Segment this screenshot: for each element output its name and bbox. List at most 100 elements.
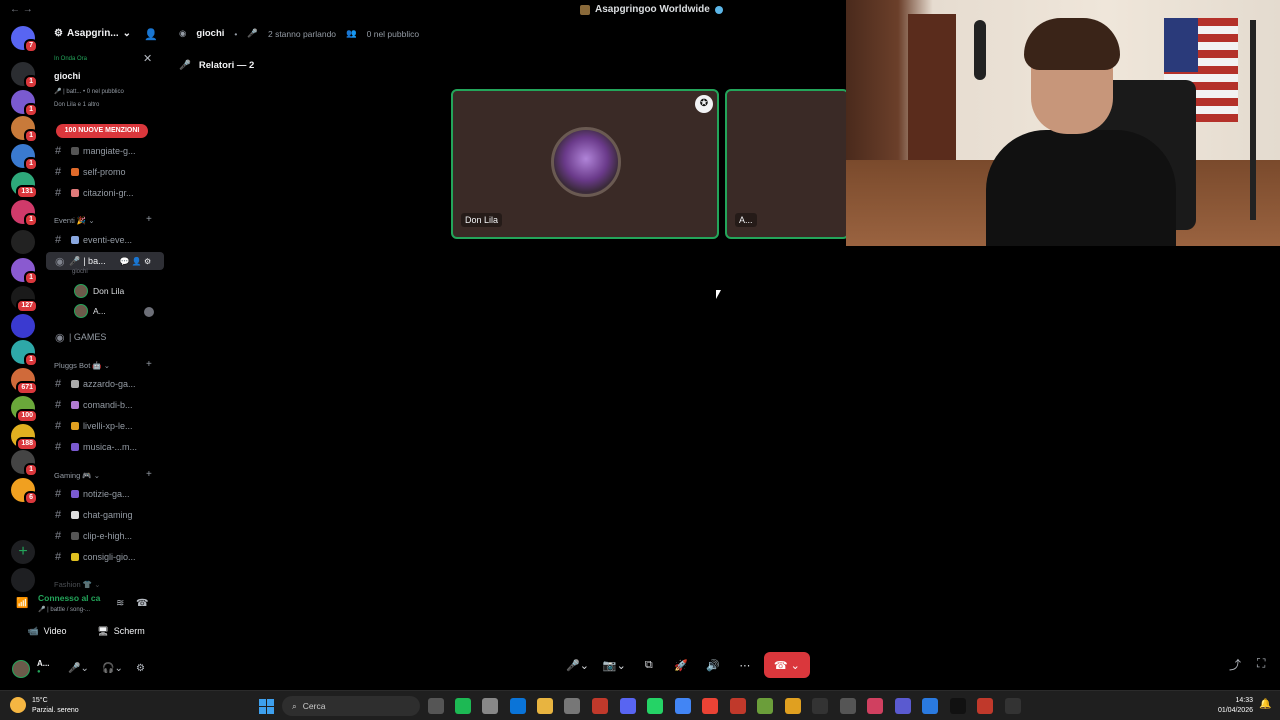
add-channel-icon[interactable]: + <box>146 359 152 370</box>
server-icon[interactable]: 1 <box>11 200 38 227</box>
whatsapp-icon[interactable] <box>647 698 663 714</box>
close-icon[interactable]: ✕ <box>143 52 152 65</box>
search-box[interactable]: ⌕ Cerca <box>282 696 420 716</box>
server-icon[interactable]: 131 <box>11 172 38 199</box>
server-icon[interactable]: 1 <box>11 258 38 285</box>
activity-icon[interactable]: 🚀 <box>668 652 694 678</box>
server-icon[interactable]: 1 <box>11 144 38 171</box>
app-15-icon[interactable] <box>812 698 828 714</box>
channel-item[interactable]: # notizie-ga... <box>46 485 164 503</box>
channel-item[interactable]: # clip-e-high... <box>46 527 164 545</box>
channel-actions-icon[interactable]: 💬 👤 ⚙ <box>120 257 152 266</box>
nav-arrows[interactable]: ← → <box>10 4 33 15</box>
server-icon[interactable]: 1 <box>11 116 38 143</box>
app-7-icon[interactable] <box>592 698 608 714</box>
server-icon[interactable]: 188 <box>11 424 38 451</box>
server-icon[interactable]: 1 <box>11 90 38 117</box>
server-icon[interactable]: 127 <box>11 286 38 313</box>
disconnect-icon[interactable]: ☎ <box>136 598 148 609</box>
channel-item[interactable]: # mangiate-g... <box>46 142 164 160</box>
app-6-icon[interactable] <box>564 698 580 714</box>
headphones-icon[interactable]: 🎧⌄ <box>102 663 123 674</box>
store-icon[interactable] <box>510 698 526 714</box>
app-14-icon[interactable] <box>785 698 801 714</box>
mic-icon[interactable]: 🎤⌄ <box>68 663 89 674</box>
voice-channel-active[interactable]: ◉ 🎤 | ba... 💬 👤 ⚙ <box>46 252 164 270</box>
server-icon[interactable]: 6 <box>11 478 38 505</box>
add-channel-icon[interactable]: + <box>146 469 152 480</box>
tiktok-icon[interactable] <box>950 698 966 714</box>
noise-icon[interactable]: ≋ <box>116 598 124 609</box>
server-icon[interactable] <box>11 314 35 338</box>
live-stage-card[interactable]: In Onda Ora ✕ giochi 🎤 | batt... • 0 nel… <box>46 52 164 114</box>
screen-share-icon[interactable]: ⧉ <box>636 652 662 678</box>
server-icon[interactable]: 1 <box>11 450 38 477</box>
chrome-1-icon[interactable] <box>675 698 691 714</box>
channel-events[interactable]: # eventi-eve... <box>46 231 164 249</box>
explorer-icon[interactable] <box>537 698 553 714</box>
voice-user-2[interactable]: A... <box>74 304 106 318</box>
channel-item[interactable]: # citazioni-gr... <box>46 184 164 202</box>
channel-item[interactable]: # musica-...m... <box>46 438 164 456</box>
app-16-icon[interactable] <box>840 698 856 714</box>
clock[interactable]: 14:33 01/04/2026 <box>1205 696 1253 716</box>
add-server-icon[interactable]: + <box>11 540 35 564</box>
app-18-icon[interactable] <box>895 698 911 714</box>
channel-item[interactable]: # self-promo <box>46 163 164 181</box>
channel-item[interactable]: # azzardo-ga... <box>46 375 164 393</box>
task-view-icon[interactable] <box>428 698 444 714</box>
time: 14:33 <box>1235 697 1253 704</box>
mic-icon: 🎤 <box>69 255 81 266</box>
video-button[interactable]: 📹 Video <box>12 622 82 640</box>
channel-item[interactable]: # comandi-b... <box>46 396 164 414</box>
app-12-icon[interactable] <box>730 698 746 714</box>
emoji-icon <box>71 532 79 540</box>
channel-item[interactable]: # chat-gaming <box>46 506 164 524</box>
discord-icon[interactable] <box>620 698 636 714</box>
app-21-icon[interactable] <box>977 698 993 714</box>
server-icon[interactable]: 100 <box>11 396 38 423</box>
user-area: A... ● 🎤⌄ 🎧⌄ ⚙ <box>12 658 162 682</box>
end-call-button[interactable]: ☎ ⌄ <box>763 652 810 678</box>
fullscreen-icon[interactable]: ⛶ <box>1257 656 1265 671</box>
spotify-icon[interactable] <box>455 698 471 714</box>
discover-icon[interactable] <box>11 568 35 592</box>
voice-user-1[interactable]: Don Lila <box>74 284 124 298</box>
server-icon[interactable] <box>11 230 35 254</box>
app-22-icon[interactable] <box>1005 698 1021 714</box>
chrome-2-icon[interactable] <box>702 698 718 714</box>
add-channel-icon[interactable]: + <box>146 214 152 225</box>
server-icon[interactable]: 7 <box>11 26 38 53</box>
server-icon[interactable]: 1 <box>11 62 38 89</box>
screen-share-button[interactable]: 🖥 Scherm <box>86 622 156 640</box>
app-13-icon[interactable] <box>757 698 773 714</box>
category-gaming[interactable]: Gaming 🎮 ⌄ <box>54 471 100 480</box>
start-icon[interactable] <box>259 699 274 714</box>
server-icon[interactable]: 1 <box>11 340 38 367</box>
server-icon[interactable]: 671 <box>11 368 38 395</box>
app-19-icon[interactable] <box>922 698 938 714</box>
add-user-icon[interactable]: 👤 <box>144 28 158 41</box>
stage-title: giochi <box>196 28 225 39</box>
channel-games[interactable]: ◉ | GAMES <box>46 328 164 346</box>
app-17-icon[interactable] <box>867 698 883 714</box>
channel-item[interactable]: # livelli-xp-le... <box>46 417 164 435</box>
notification-icon[interactable]: 🔔 <box>1259 699 1271 710</box>
avatar[interactable] <box>12 660 30 678</box>
voice-status[interactable]: Connesso al ca <box>38 593 100 603</box>
more-icon[interactable]: ⋯ <box>732 652 758 678</box>
speaker-tile-1[interactable]: ✪ Don Lila <box>451 89 719 239</box>
camera-toggle-icon[interactable]: 📷⌄ <box>599 652 630 678</box>
speaker-tile-2[interactable]: A... <box>725 89 849 239</box>
category-events[interactable]: Eventi 🎉 ⌄ <box>54 216 95 225</box>
settings-icon[interactable] <box>482 698 498 714</box>
channel-item[interactable]: # consigli-gio... <box>46 548 164 566</box>
category-bot[interactable]: Pluggs Bot 🤖 ⌄ <box>54 361 110 370</box>
soundboard-icon[interactable]: 🔊 <box>700 652 726 678</box>
category-fashion[interactable]: Fashion 👕 ⌄ <box>54 580 100 589</box>
server-name[interactable]: ⚙ Asapgrin... ⌄ <box>54 28 131 39</box>
settings-icon[interactable]: ⚙ <box>136 663 145 674</box>
new-mentions-badge[interactable]: 100 NUOVE MENZIONI <box>56 124 148 138</box>
mic-toggle-icon[interactable]: 🎤⌄ <box>562 652 593 678</box>
popout-icon[interactable]: ⤴ <box>1229 656 1241 673</box>
